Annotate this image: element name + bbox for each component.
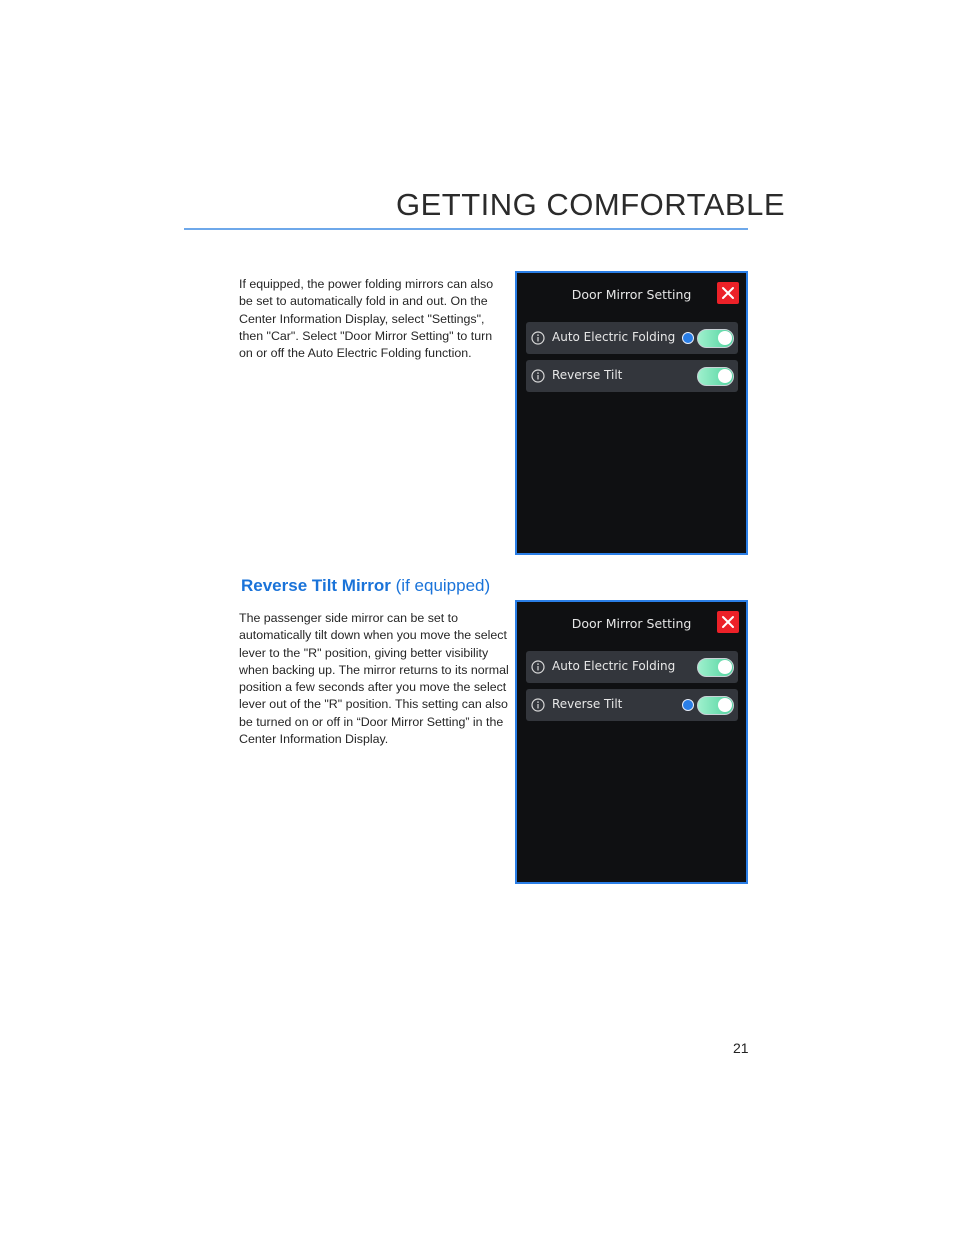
setting-label: Reverse Tilt [552, 368, 623, 382]
subheading: Reverse Tilt Mirror (if equipped) [241, 576, 490, 596]
reverse-tilt-paragraph: The passenger side mirror can be set to … [239, 611, 509, 747]
info-icon[interactable] [531, 331, 545, 345]
setting-row-reverse-tilt[interactable]: Reverse Tilt [526, 360, 738, 392]
door-mirror-setting-screen-1: Door Mirror Setting Auto Electric Foldin… [515, 271, 748, 555]
toggle-knob [718, 660, 732, 674]
intro-paragraph: If equipped, the power folding mirrors c… [239, 277, 494, 361]
close-button[interactable] [717, 611, 739, 633]
close-x-icon [722, 616, 734, 628]
info-icon[interactable] [531, 660, 545, 674]
toggle-knob [718, 698, 732, 712]
auto-electric-folding-toggle[interactable] [697, 658, 734, 677]
door-mirror-setting-screen-2: Door Mirror Setting Auto Electric Foldin… [515, 600, 748, 884]
highlight-indicator [682, 332, 694, 344]
setting-row-reverse-tilt[interactable]: Reverse Tilt [526, 689, 738, 721]
reverse-tilt-toggle[interactable] [697, 367, 734, 386]
subheading-title: Reverse Tilt Mirror [241, 576, 391, 595]
section-title: GETTING COMFORTABLE [396, 187, 785, 222]
screen-title: Door Mirror Setting [571, 287, 692, 302]
screen-title: Door Mirror Setting [571, 616, 692, 631]
close-button[interactable] [717, 282, 739, 304]
setting-row-auto-electric-folding[interactable]: Auto Electric Folding [526, 322, 738, 354]
setting-label: Auto Electric Folding [552, 659, 676, 673]
info-icon[interactable] [531, 369, 545, 383]
setting-label: Reverse Tilt [552, 697, 623, 711]
section-divider [184, 228, 748, 230]
setting-row-auto-electric-folding[interactable]: Auto Electric Folding [526, 651, 738, 683]
highlight-indicator [682, 699, 694, 711]
subheading-qualifier: (if equipped) [390, 576, 491, 595]
close-x-icon [722, 287, 734, 299]
info-icon[interactable] [531, 698, 545, 712]
toggle-knob [718, 369, 732, 383]
setting-label: Auto Electric Folding [552, 330, 676, 344]
toggle-knob [718, 331, 732, 345]
reverse-tilt-toggle[interactable] [697, 696, 734, 715]
page-number: 21 [733, 1040, 749, 1056]
auto-electric-folding-toggle[interactable] [697, 329, 734, 348]
